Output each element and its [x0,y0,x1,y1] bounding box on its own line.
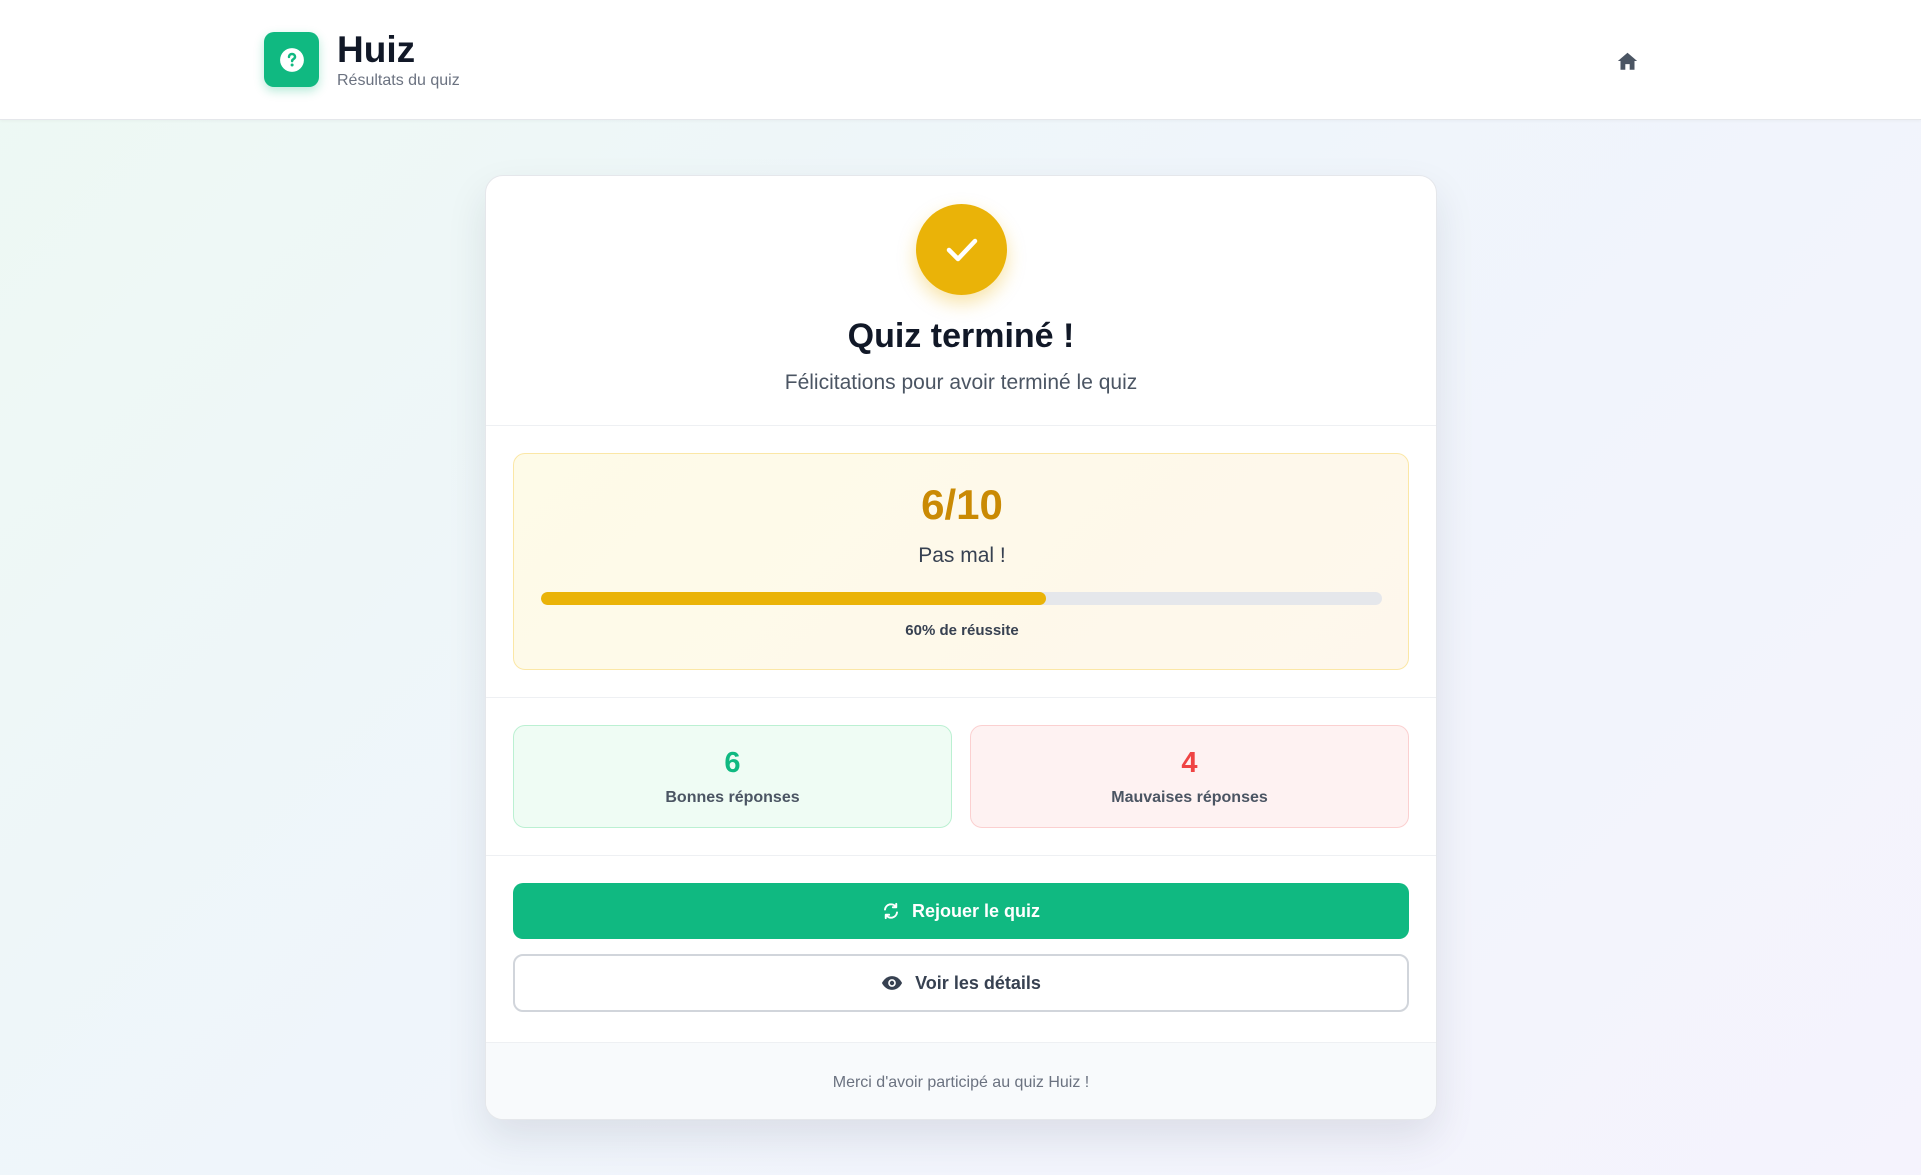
check-icon [944,235,980,265]
correct-answers-stat: 6 Bonnes réponses [513,725,952,828]
view-details-button[interactable]: Voir les détails [513,954,1409,1012]
progress-text: 60% de réussite [905,622,1019,639]
eye-icon [881,975,903,991]
home-button[interactable] [1612,46,1642,76]
progress-fill [541,592,1046,605]
result-header: Quiz terminé ! Félicitations pour avoir … [486,176,1436,426]
score-section: 6/10 Pas mal ! 60% de réussite [486,426,1436,698]
success-badge [916,204,1007,295]
view-details-label: Voir les détails [915,972,1041,993]
wrong-label: Mauvaises réponses [1111,789,1268,806]
wrong-count: 4 [1181,747,1198,779]
replay-quiz-label: Rejouer le quiz [911,900,1041,921]
app-logo[interactable] [264,32,319,87]
card-footer: Merci d'avoir participé au quiz Huiz ! [486,1042,1436,1119]
results-card: Quiz terminé ! Félicitations pour avoir … [485,175,1437,1120]
footer-text: Merci d'avoir participé au quiz Huiz ! [832,1074,1090,1091]
question-circle-icon [279,47,305,73]
app-title: Huiz [337,29,416,70]
stats-section: 6 Bonnes réponses 4 Mauvaises réponses [486,698,1436,856]
app-subtitle: Résultats du quiz [337,72,460,89]
correct-count: 6 [724,747,741,779]
score-panel: 6/10 Pas mal ! 60% de réussite [513,453,1409,670]
result-title: Quiz terminé ! [847,317,1075,355]
replay-quiz-button[interactable]: Rejouer le quiz [513,883,1409,939]
refresh-icon [882,902,900,920]
home-icon [1617,51,1638,71]
score-label: Pas mal ! [918,544,1006,567]
actions-section: Rejouer le quiz Voir les détails [486,856,1436,1042]
score-value: 6/10 [921,481,1003,528]
progress-bar [541,592,1382,605]
app-header: Huiz Résultats du quiz [0,0,1921,120]
result-message: Félicitations pour avoir terminé le quiz [784,371,1138,394]
wrong-answers-stat: 4 Mauvaises réponses [970,725,1409,828]
correct-label: Bonnes réponses [665,789,800,806]
